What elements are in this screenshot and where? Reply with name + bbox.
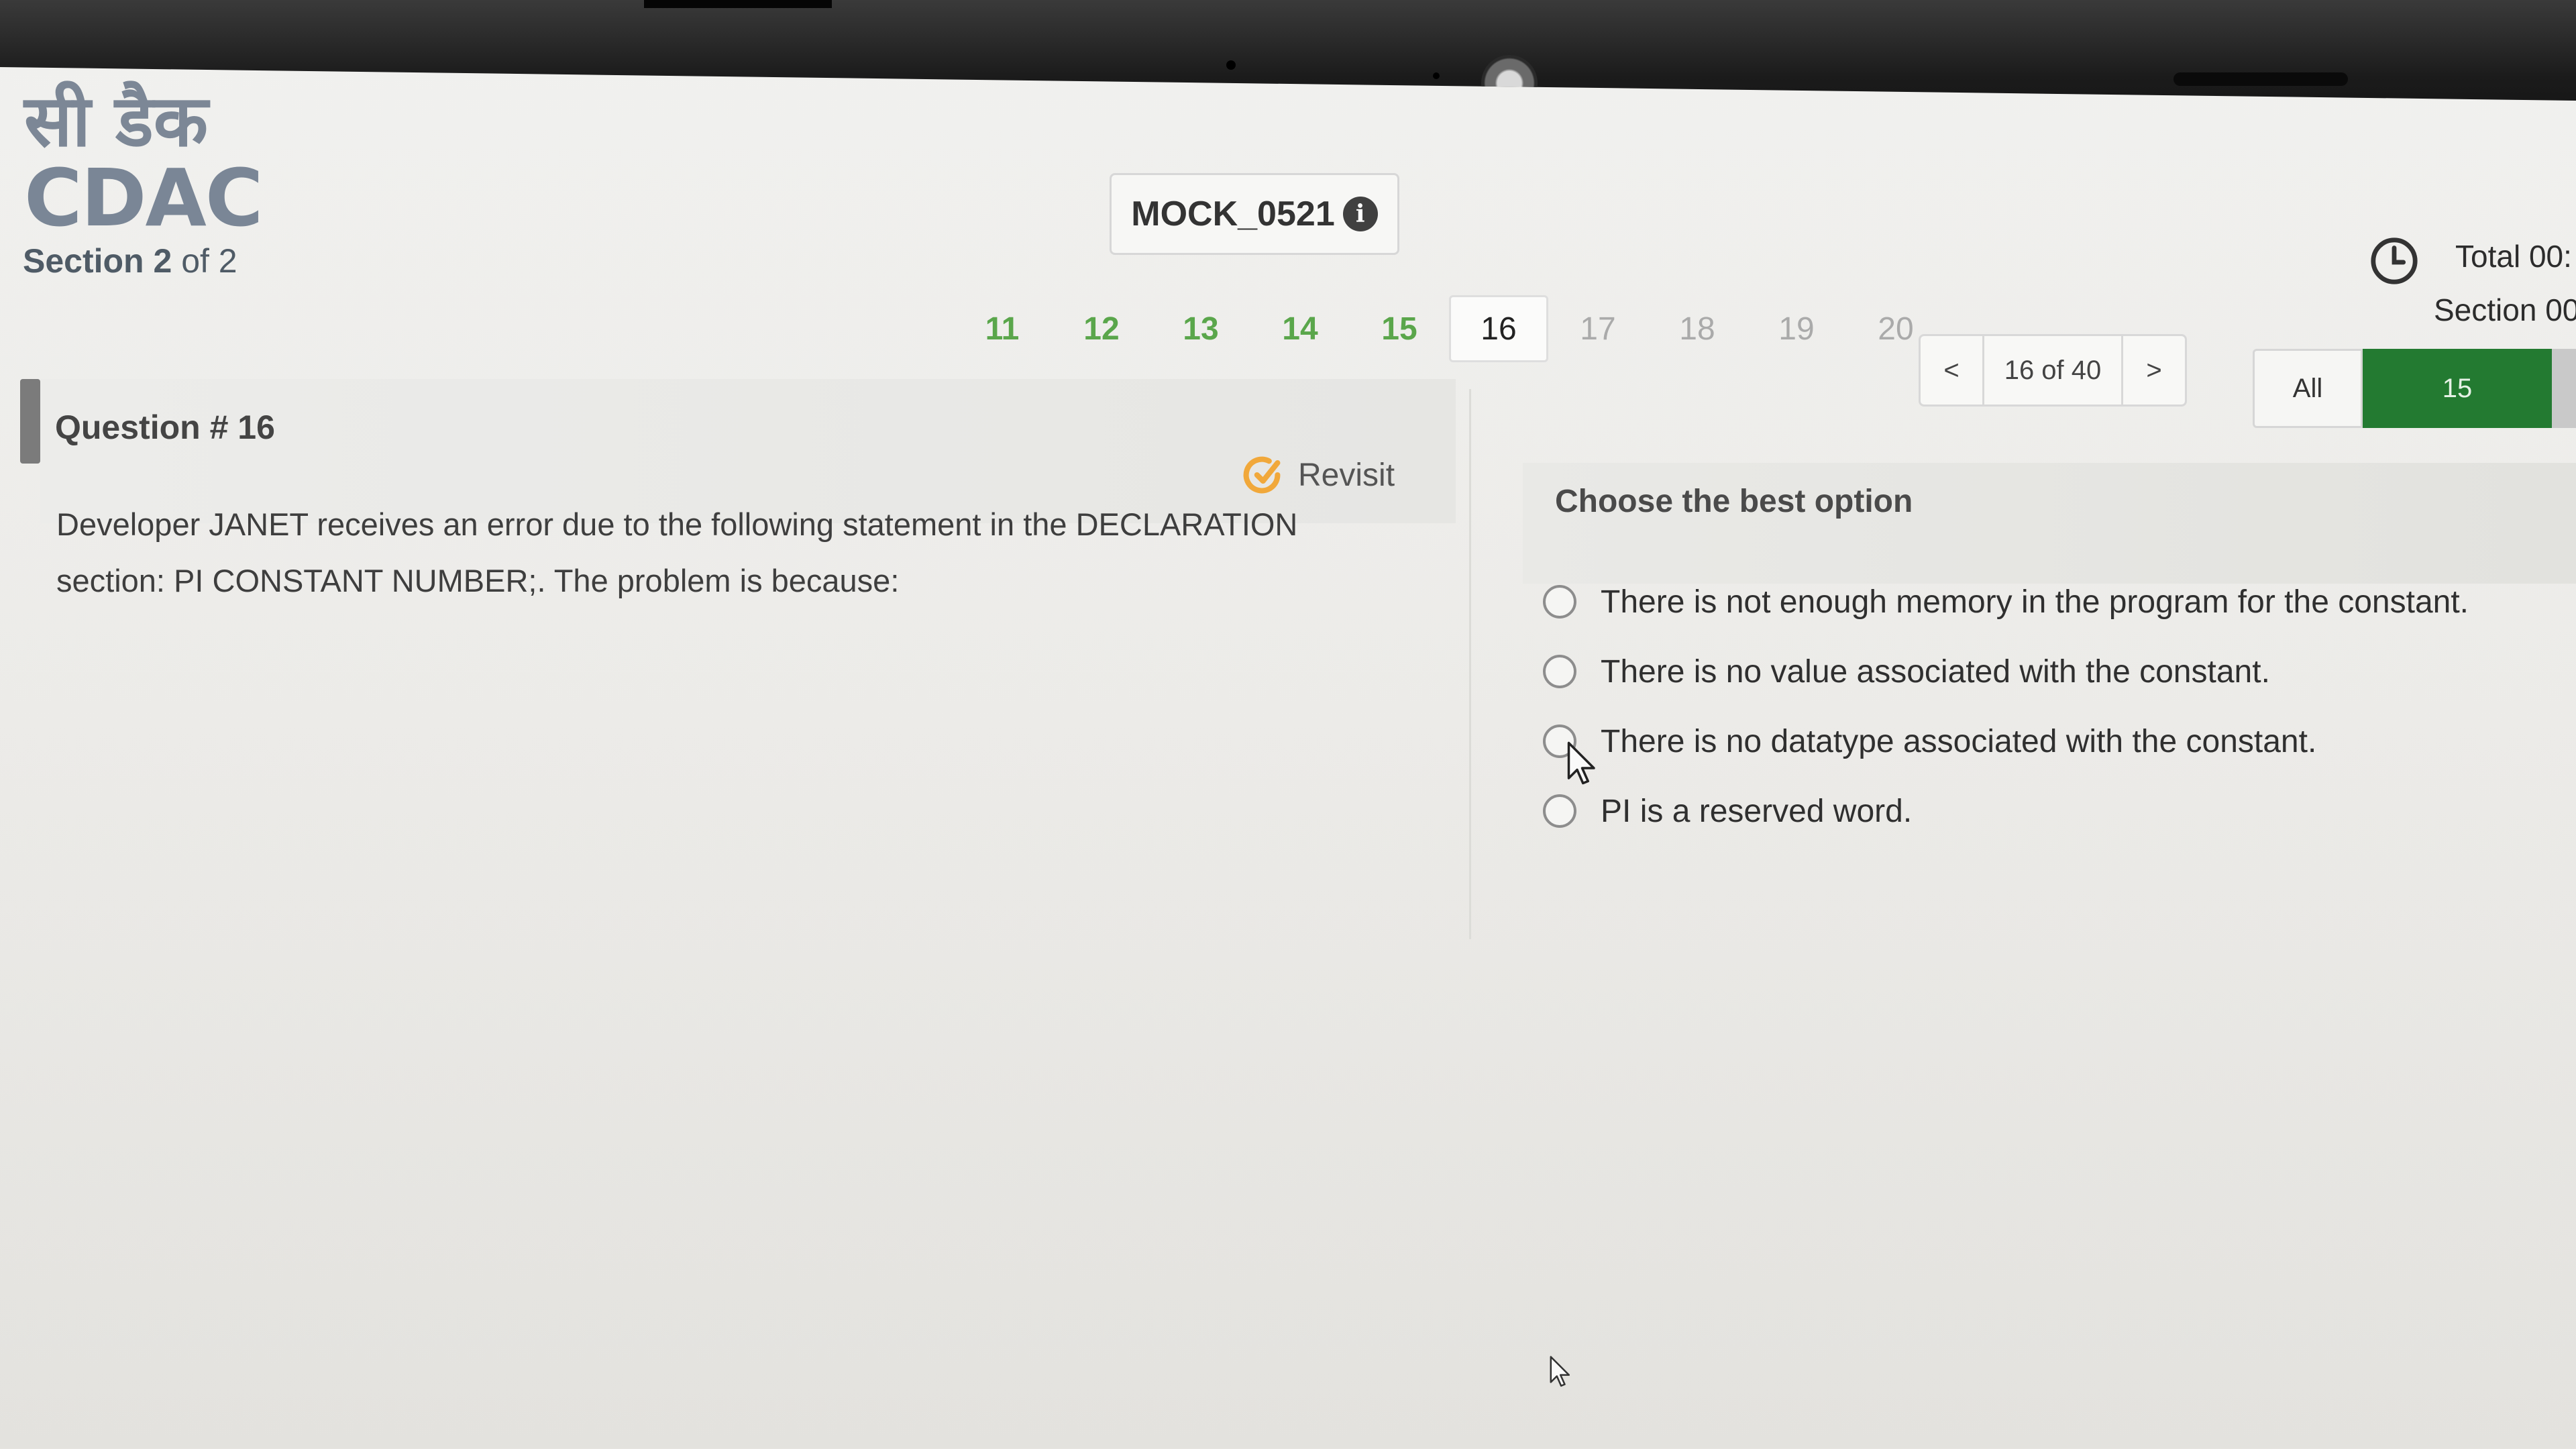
page-button[interactable]: 17 (1548, 295, 1648, 362)
mouse-pointer-icon (1567, 741, 1595, 785)
option-label: There is not enough memory in the progra… (1601, 584, 2469, 620)
option-label: PI is a reserved word. (1601, 793, 1913, 829)
page-button[interactable]: 11 (953, 295, 1052, 362)
option-label: There is no datatype associated with the… (1601, 723, 2317, 759)
page-button[interactable]: 14 (1250, 295, 1350, 362)
page-button[interactable]: 16 (1449, 295, 1548, 362)
bezel-slot (2174, 72, 2348, 86)
mouse-pointer-icon (1550, 1356, 1570, 1387)
page-button[interactable]: 13 (1151, 295, 1250, 362)
webcam (1481, 55, 1538, 101)
page-button[interactable]: 18 (1648, 295, 1747, 362)
option-2[interactable]: There is no value associated with the co… (1543, 637, 2469, 706)
info-icon[interactable]: i (1342, 197, 1378, 231)
radio-button[interactable] (1543, 585, 1576, 619)
options-title: Choose the best option (1555, 484, 1913, 519)
sensor-dot (1226, 60, 1236, 70)
logo-latin-text: CDAC (24, 152, 263, 244)
option-1[interactable]: There is not enough memory in the progra… (1543, 567, 2469, 637)
option-4[interactable]: PI is a reserved word. (1543, 776, 2469, 846)
section-time: Section 00 (2434, 292, 2576, 327)
section-total: of 2 (172, 242, 237, 280)
section-indicator: Section 2 of 2 (23, 241, 237, 280)
page-count: 16 of 40 (1982, 336, 2123, 405)
question-pagination: 11 12 13 14 15 16 17 18 19 20 (953, 295, 1945, 362)
page-button[interactable]: 15 (1350, 295, 1449, 362)
exam-title: MOCK_0521 (1131, 195, 1335, 233)
question-text: Developer JANET receives an error due to… (56, 506, 1298, 598)
radio-button[interactable] (1543, 655, 1576, 688)
laptop-bezel (0, 0, 2576, 101)
radio-button[interactable] (1543, 794, 1576, 828)
options-list: There is not enough memory in the progra… (1543, 567, 2469, 846)
filter-next-segment[interactable] (2552, 349, 2576, 428)
filter-all-button[interactable]: All (2253, 349, 2363, 428)
page-button[interactable]: 12 (1052, 295, 1151, 362)
clock-icon (2371, 237, 2418, 284)
pager-control: < 16 of 40 > (1919, 334, 2187, 407)
options-header (1523, 463, 2576, 584)
panel-divider (1469, 389, 1471, 939)
revisit-label: Revisit (1298, 457, 1395, 493)
filter-answered-button[interactable]: 15 (2363, 349, 2552, 428)
sensor-dot (1784, 93, 1792, 101)
section-current: Section 2 (23, 242, 172, 280)
next-page-button[interactable]: > (2123, 336, 2185, 405)
revisit-icon (1243, 456, 1281, 494)
question-number: Question # 16 (55, 409, 275, 446)
bezel-edge (644, 0, 832, 8)
total-time: Total 00: (2455, 239, 2572, 274)
prev-page-button[interactable]: < (1921, 336, 1982, 405)
exam-title-box: MOCK_0521 i (1110, 173, 1399, 255)
logo-hindi-text: सी डैक (24, 78, 209, 162)
page-button[interactable]: 19 (1747, 295, 1846, 362)
option-label: There is no value associated with the co… (1601, 653, 2270, 690)
question-filter: All 15 (2253, 349, 2576, 428)
question-accent-bar (20, 379, 40, 464)
revisit-button[interactable]: Revisit (1238, 451, 1395, 499)
sensor-dot (1433, 72, 1440, 79)
cdac-logo: सी डैक CDAC (24, 78, 263, 244)
option-3[interactable]: There is no datatype associated with the… (1543, 706, 2469, 776)
